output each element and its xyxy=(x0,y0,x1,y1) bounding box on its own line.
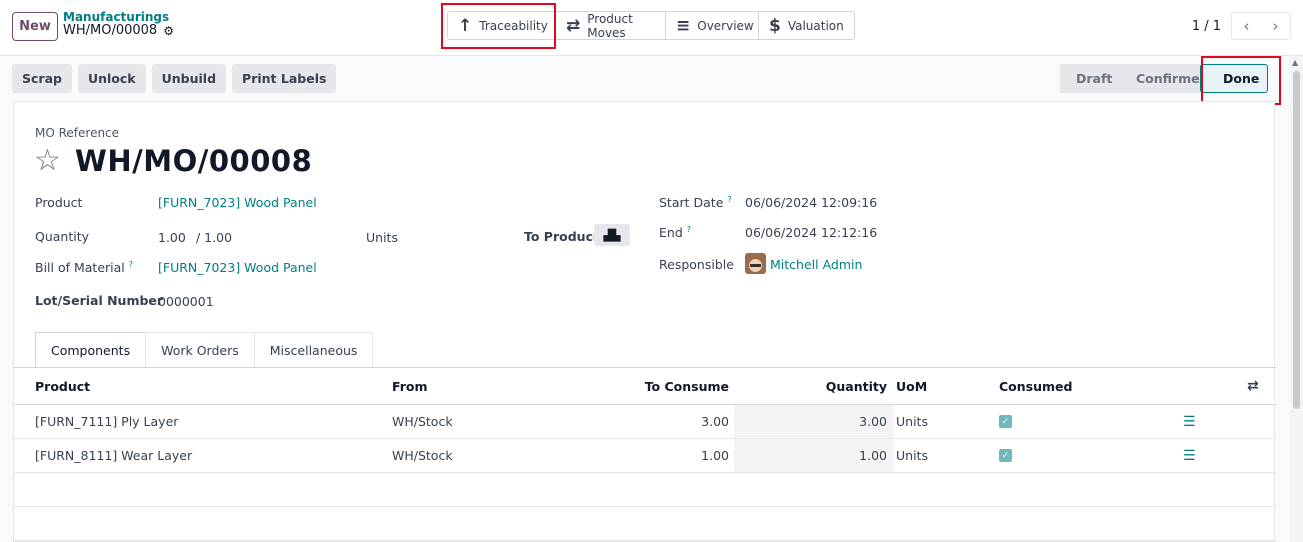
row-uom: Units xyxy=(896,448,928,463)
notebook-tabs: Components Work Orders Miscellaneous xyxy=(35,332,374,368)
chevron-left-icon[interactable]: ‹ xyxy=(1232,13,1261,39)
action-buttons: Scrap Unlock Unbuild Print Labels xyxy=(12,64,337,93)
col-uom[interactable]: UoM xyxy=(896,368,927,404)
product-moves-button[interactable]: ⇄ Product Moves xyxy=(556,11,666,40)
overview-button[interactable]: ≡ Overview xyxy=(666,12,759,39)
row-product[interactable]: [FURN_8111] Wear Layer xyxy=(35,439,192,472)
table-empty-row xyxy=(14,473,1276,507)
start-date-field[interactable]: 06/06/2024 12:09:16 xyxy=(745,195,877,210)
bom-label: Bill of Material ? xyxy=(35,260,133,275)
star-icon[interactable]: ☆ xyxy=(34,146,61,176)
dollar-icon: $ xyxy=(769,15,781,36)
bom-link[interactable]: [FURN_7023] Wood Panel xyxy=(158,260,317,275)
col-from[interactable]: From xyxy=(392,368,428,404)
col-product[interactable]: Product xyxy=(35,368,90,404)
exchange-icon: ⇄ xyxy=(566,15,581,36)
product-label: Product xyxy=(35,195,83,210)
done-highlight-box xyxy=(1201,56,1281,105)
table-header-row: Product From To Consume Quantity UoM Con… xyxy=(14,368,1276,405)
responsible-label: Responsible xyxy=(659,257,734,272)
breadcrumb-current-label: WH/MO/00008 xyxy=(63,23,158,38)
row-quantity[interactable]: 1.00 xyxy=(734,439,887,472)
mo-reference-label: MO Reference xyxy=(35,126,120,140)
end-date-label-text: End xyxy=(659,225,683,241)
row-product[interactable]: [FURN_7111] Ply Layer xyxy=(35,405,178,438)
row-quantity[interactable]: 3.00 xyxy=(734,405,887,438)
consumed-checkbox[interactable]: ✓ xyxy=(999,449,1012,462)
chevron-right-icon[interactable]: › xyxy=(1261,13,1290,39)
pager-value[interactable]: 1 / 1 xyxy=(1192,19,1221,34)
scroll-up-icon[interactable]: ▲ xyxy=(1292,58,1298,67)
overview-label: Overview xyxy=(697,18,754,33)
traceability-highlight-box xyxy=(441,3,556,49)
product-moves-label: Product Moves xyxy=(587,11,633,40)
table-row[interactable]: [FURN_8111] Wear Layer WH/Stock 1.00 1.0… xyxy=(14,439,1276,473)
row-to-consume: 3.00 xyxy=(701,414,729,429)
quantity-label: Quantity xyxy=(35,229,90,244)
end-date-label: End ? xyxy=(659,225,691,240)
status-draft[interactable]: Draft xyxy=(1060,64,1120,93)
end-date-field[interactable]: 06/06/2024 12:12:16 xyxy=(745,225,877,240)
help-icon[interactable]: ? xyxy=(129,260,133,269)
lot-serial-field[interactable]: 0000001 xyxy=(158,294,214,309)
row-to-consume: 1.00 xyxy=(701,448,729,463)
help-icon[interactable]: ? xyxy=(727,195,731,204)
to-produce-label: To Produce xyxy=(524,229,602,244)
valuation-button[interactable]: $ Valuation xyxy=(759,12,854,39)
col-to-consume[interactable]: To Consume xyxy=(574,368,729,404)
quantity-field[interactable]: 1.00 xyxy=(158,230,186,245)
unbuild-button[interactable]: Unbuild xyxy=(151,64,227,93)
status-confirmed[interactable]: Confirmed xyxy=(1120,64,1209,93)
row-from[interactable]: WH/Stock xyxy=(392,439,453,472)
product-link[interactable]: [FURN_7023] Wood Panel xyxy=(158,195,317,210)
unlock-button[interactable]: Unlock xyxy=(77,64,146,93)
avatar xyxy=(745,253,766,274)
table-empty-row xyxy=(14,507,1276,541)
col-consumed[interactable]: Consumed xyxy=(999,368,1072,404)
components-table: Product From To Consume Quantity UoM Con… xyxy=(14,368,1276,541)
detailed-operations-icon[interactable]: ☰ xyxy=(1183,405,1196,438)
control-panel: New Manufacturings WH/MO/00008 ⚙ ↑ Trace… xyxy=(0,0,1303,56)
help-icon[interactable]: ? xyxy=(687,225,691,234)
bars-icon: ≡ xyxy=(676,15,691,36)
bom-label-text: Bill of Material xyxy=(35,260,125,276)
breadcrumb-parent-link[interactable]: Manufacturings xyxy=(63,10,174,24)
page-title: ☆ WH/MO/00008 xyxy=(34,144,312,178)
scrollbar-thumb[interactable] xyxy=(1293,71,1300,409)
pager: 1 / 1 ‹ › xyxy=(1192,12,1291,40)
row-uom: Units xyxy=(896,414,928,429)
gear-icon[interactable]: ⚙ xyxy=(163,24,174,38)
tab-miscellaneous[interactable]: Miscellaneous xyxy=(253,332,374,367)
tab-work-orders[interactable]: Work Orders xyxy=(145,332,255,367)
tab-components[interactable]: Components xyxy=(35,332,147,368)
forecast-chart-icon[interactable]: ▟▙ xyxy=(594,224,630,246)
start-date-label: Start Date ? xyxy=(659,195,732,210)
responsible-link[interactable]: Mitchell Admin xyxy=(770,257,862,272)
consumed-checkbox[interactable]: ✓ xyxy=(999,415,1012,428)
form-sheet: MO Reference ☆ WH/MO/00008 Product [FURN… xyxy=(13,101,1276,542)
optional-columns-icon[interactable]: ⇄ xyxy=(1247,368,1259,404)
uom-field[interactable]: Units xyxy=(366,230,398,245)
row-from[interactable]: WH/Stock xyxy=(392,405,453,438)
breadcrumb: Manufacturings WH/MO/00008 ⚙ xyxy=(63,10,174,38)
new-button[interactable]: New xyxy=(12,12,58,41)
quantity-total: / 1.00 xyxy=(196,230,233,245)
scrap-button[interactable]: Scrap xyxy=(12,64,72,93)
valuation-label: Valuation xyxy=(787,18,844,33)
start-date-label-text: Start Date xyxy=(659,195,724,211)
detailed-operations-icon[interactable]: ☰ xyxy=(1183,439,1196,472)
scrollbar[interactable]: ▲ xyxy=(1290,56,1303,542)
breadcrumb-current: WH/MO/00008 ⚙ xyxy=(63,23,174,39)
lot-serial-label: Lot/Serial Number xyxy=(35,293,164,308)
print-labels-button[interactable]: Print Labels xyxy=(232,64,337,93)
mo-reference-value: WH/MO/00008 xyxy=(74,144,313,178)
col-quantity[interactable]: Quantity xyxy=(734,368,887,404)
table-row[interactable]: [FURN_7111] Ply Layer WH/Stock 3.00 3.00… xyxy=(14,405,1276,439)
